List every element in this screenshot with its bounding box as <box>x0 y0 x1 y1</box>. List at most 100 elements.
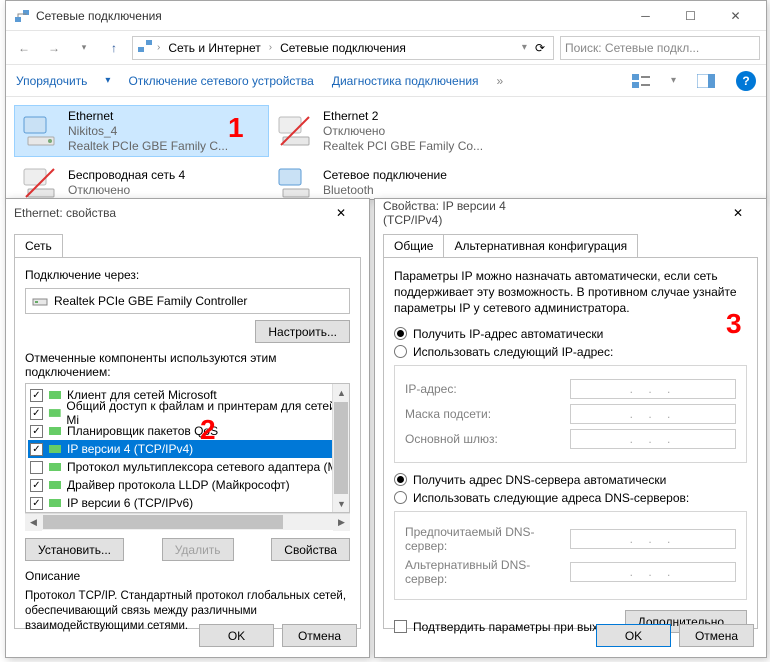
network-adapter-icon <box>275 163 315 203</box>
breadcrumb-segment[interactable]: Сеть и Интернет <box>164 39 264 57</box>
dialog-title: Свойства: IP версии 4 (TCP/IPv4) <box>383 199 551 227</box>
properties-button[interactable]: Свойства <box>271 538 350 561</box>
connection-ethernet2[interactable]: Ethernet 2 Отключено Realtek PCI GBE Fam… <box>269 105 524 157</box>
connection-name: Ethernet <box>68 109 228 124</box>
search-input[interactable]: Поиск: Сетевые подкл... <box>560 36 760 60</box>
checkbox-icon[interactable]: ✓ <box>30 389 43 402</box>
checkbox-icon[interactable]: ✓ <box>30 407 43 420</box>
radio-auto-dns[interactable]: Получить адрес DNS-сервера автоматически <box>394 473 747 487</box>
checkbox-icon[interactable]: ✓ <box>30 497 43 510</box>
ok-button[interactable]: OK <box>199 624 274 647</box>
connection-device: Realtek PCIe GBE Family C... <box>68 139 228 154</box>
cancel-button[interactable]: Отмена <box>679 624 754 647</box>
cmd-organize[interactable]: Упорядочить <box>16 74 87 88</box>
recent-dropdown[interactable]: ▾ <box>72 36 96 60</box>
configure-button[interactable]: Настроить... <box>255 320 350 343</box>
checkbox-icon[interactable]: ✓ <box>30 425 43 438</box>
help-icon[interactable]: ? <box>736 71 756 91</box>
tab-alternate[interactable]: Альтернативная конфигурация <box>444 234 638 258</box>
radio-icon[interactable] <box>394 491 407 504</box>
radio-icon[interactable] <box>394 473 407 486</box>
dns-alt-input: . . . <box>570 562 736 582</box>
titlebar[interactable]: Ethernet: свойства ✕ <box>6 199 369 227</box>
titlebar[interactable]: Свойства: IP версии 4 (TCP/IPv4) ✕ <box>375 199 766 227</box>
breadcrumb[interactable]: › Сеть и Интернет › Сетевые подключения … <box>132 36 554 60</box>
back-button[interactable]: ← <box>12 36 36 60</box>
connection-status: Bluetooth <box>323 183 447 198</box>
scroll-left-icon[interactable]: ◀ <box>25 514 42 531</box>
address-bar: ← → ▾ ↑ › Сеть и Интернет › Сетевые подк… <box>6 31 766 65</box>
forward-button[interactable]: → <box>42 36 66 60</box>
scrollbar-vertical[interactable]: ▲ ▼ <box>332 384 349 512</box>
checkbox-icon[interactable]: ✓ <box>30 479 43 492</box>
dns-pref-input: . . . <box>570 529 736 549</box>
scroll-down-icon[interactable]: ▼ <box>333 495 350 512</box>
validate-checkbox[interactable]: Подтвердить параметры при выходе <box>394 620 618 634</box>
connection-status: Nikitos_4 <box>68 124 228 139</box>
ip-address-label: IP-адрес: <box>405 382 570 396</box>
dns-alt-label: Альтернативный DNS-сервер: <box>405 558 570 586</box>
scrollbar-horizontal[interactable]: ◀ ▶ <box>25 513 350 530</box>
network-adapter-icon <box>20 111 60 151</box>
radio-icon[interactable] <box>394 327 407 340</box>
connection-status: Отключено <box>323 124 483 139</box>
uninstall-button: Удалить <box>162 538 234 561</box>
connection-name: Сетевое подключение <box>323 168 447 183</box>
info-text: Параметры IP можно назначать автоматичес… <box>394 268 747 317</box>
components-label: Отмеченные компоненты используются этим … <box>25 351 350 379</box>
dns-group: Предпочитаемый DNS-сервер:. . . Альтерна… <box>394 511 747 600</box>
ip-address-input: . . . <box>570 379 736 399</box>
app-icon <box>14 8 30 24</box>
close-button[interactable]: ✕ <box>713 1 758 30</box>
dialog-title: Ethernet: свойства <box>14 206 168 220</box>
radio-icon[interactable] <box>394 345 407 358</box>
adapter-field: Realtek PCIe GBE Family Controller <box>25 288 350 314</box>
titlebar[interactable]: Сетевые подключения ─ ☐ ✕ <box>6 1 766 31</box>
chevron-right-icon: › <box>269 42 272 53</box>
description-label: Описание <box>25 569 350 583</box>
radio-auto-ip[interactable]: Получить IP-адрес автоматически <box>394 327 747 341</box>
close-button[interactable]: ✕ <box>718 200 758 227</box>
radio-manual-ip[interactable]: Использовать следующий IP-адрес: <box>394 345 747 359</box>
window-title: Сетевые подключения <box>36 9 623 23</box>
checkbox-icon[interactable] <box>394 620 407 633</box>
tab-network[interactable]: Сеть <box>14 234 63 258</box>
connection-status: Отключено <box>68 183 185 198</box>
connect-via-label: Подключение через: <box>25 268 350 282</box>
scroll-right-icon[interactable]: ▶ <box>333 514 350 531</box>
ip-address-group: IP-адрес:. . . Маска подсети:. . . Основ… <box>394 365 747 463</box>
up-button[interactable]: ↑ <box>102 36 126 60</box>
ok-button[interactable]: OK <box>596 624 671 647</box>
breadcrumb-segment[interactable]: Сетевые подключения <box>276 39 410 57</box>
maximize-button[interactable]: ☐ <box>668 1 713 30</box>
connection-name: Беспроводная сеть 4 <box>68 168 185 183</box>
connection-ethernet[interactable]: Ethernet Nikitos_4 Realtek PCIe GBE Fami… <box>14 105 269 157</box>
component-item-ipv4[interactable]: ✓IP версии 4 (TCP/IPv4) <box>28 440 347 458</box>
scroll-up-icon[interactable]: ▲ <box>333 384 350 401</box>
checkbox-icon[interactable] <box>30 461 43 474</box>
radio-manual-dns[interactable]: Использовать следующие адреса DNS-сервер… <box>394 491 747 505</box>
cancel-button[interactable]: Отмена <box>282 624 357 647</box>
refresh-icon[interactable]: ⟳ <box>535 41 545 55</box>
components-listbox[interactable]: ✓Клиент для сетей Microsoft ✓Общий досту… <box>25 383 350 513</box>
gateway-label: Основной шлюз: <box>405 432 570 446</box>
gateway-input: . . . <box>570 429 736 449</box>
close-button[interactable]: ✕ <box>321 200 361 227</box>
cmd-diagnose[interactable]: Диагностика подключения <box>332 74 479 88</box>
tab-panel: Подключение через: Realtek PCIe GBE Fami… <box>14 257 361 629</box>
tab-general[interactable]: Общие <box>383 234 444 258</box>
view-icon[interactable] <box>629 69 653 93</box>
ipv4-properties-dialog: Свойства: IP версии 4 (TCP/IPv4) ✕ Общие… <box>374 198 767 658</box>
component-item[interactable]: ✓IP версии 6 (TCP/IPv6) <box>28 494 347 512</box>
component-item[interactable]: Протокол мультиплексора сетевого адаптер… <box>28 458 347 476</box>
tab-panel: Параметры IP можно назначать автоматичес… <box>383 257 758 629</box>
cmd-disable[interactable]: Отключение сетевого устройства <box>128 74 313 88</box>
connection-device: Realtek PCI GBE Family Co... <box>323 139 483 154</box>
component-item[interactable]: ✓Драйвер протокола LLDP (Майкрософт) <box>28 476 347 494</box>
chevron-down-icon[interactable]: ▾ <box>522 42 527 53</box>
component-item[interactable]: ✓Общий доступ к файлам и принтерам для с… <box>28 404 347 422</box>
minimize-button[interactable]: ─ <box>623 1 668 30</box>
preview-pane-icon[interactable] <box>694 69 718 93</box>
install-button[interactable]: Установить... <box>25 538 124 561</box>
checkbox-icon[interactable]: ✓ <box>30 443 43 456</box>
